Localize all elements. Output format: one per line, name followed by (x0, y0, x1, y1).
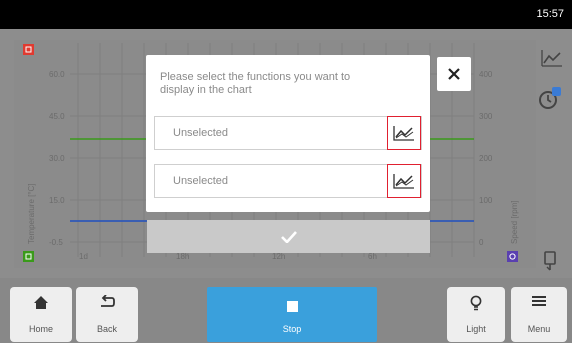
timer-icon[interactable] (536, 84, 564, 112)
left-tick-label: 45.0 (49, 112, 65, 121)
function-select-2[interactable]: Unselected (154, 164, 422, 198)
left-axis-label: Temperature [°C] (27, 183, 36, 244)
right-axis-label: Speed [rpm] (510, 200, 519, 244)
back-label: Back (96, 324, 117, 334)
x-tick-label: 1d (79, 252, 88, 261)
x-tick-label: 12h (272, 252, 285, 261)
function-select-1-value: Unselected (173, 127, 229, 139)
menu-button[interactable]: Menu (511, 287, 567, 342)
stop-button[interactable]: Stop (207, 287, 377, 342)
back-button[interactable]: Back (76, 287, 138, 342)
right-tick-label: 300 (479, 112, 493, 121)
stop-label: Stop (282, 324, 302, 334)
stop-icon (287, 301, 298, 312)
hamburger-menu-icon (511, 295, 567, 307)
clock: 15:57 (536, 8, 564, 20)
temperature-marker-icon (23, 251, 34, 262)
line-chart-icon[interactable] (387, 164, 421, 198)
left-tick-label: -0.5 (49, 238, 63, 247)
temperature-top-marker-icon (23, 44, 34, 55)
function-select-2-value: Unselected (173, 175, 229, 187)
x-tick-label: 6h (368, 252, 377, 261)
x-tick-label: 18h (176, 252, 189, 261)
close-icon (448, 68, 460, 80)
confirm-button[interactable] (147, 220, 430, 253)
function-select-1[interactable]: Unselected (154, 116, 422, 150)
chart-icon[interactable] (538, 44, 566, 72)
home-icon (10, 295, 72, 310)
close-button[interactable] (437, 57, 471, 91)
right-tick-label: 0 (479, 238, 484, 247)
left-tick-label: 60.0 (49, 70, 65, 79)
home-button[interactable]: Home (10, 287, 72, 342)
right-tick-label: 400 (479, 70, 493, 79)
probe-icon[interactable] (536, 247, 564, 275)
home-label: Home (28, 324, 53, 334)
dialog-prompt: Please select the functions you want to … (160, 71, 351, 96)
light-button[interactable]: Light (447, 287, 505, 342)
line-chart-icon[interactable] (387, 116, 421, 150)
right-tick-label: 200 (479, 154, 493, 163)
menu-label: Menu (527, 324, 551, 334)
right-tick-label: 100 (479, 196, 493, 205)
status-bar: 15:57 (0, 0, 572, 29)
left-tick-label: 30.0 (49, 154, 65, 163)
check-icon (280, 230, 297, 243)
back-icon (76, 295, 138, 309)
light-label: Light (466, 324, 486, 334)
left-tick-label: 15.0 (49, 196, 65, 205)
select-functions-dialog: Please select the functions you want to … (146, 55, 430, 212)
speed-marker-icon (507, 251, 518, 262)
lightbulb-icon (447, 295, 505, 312)
